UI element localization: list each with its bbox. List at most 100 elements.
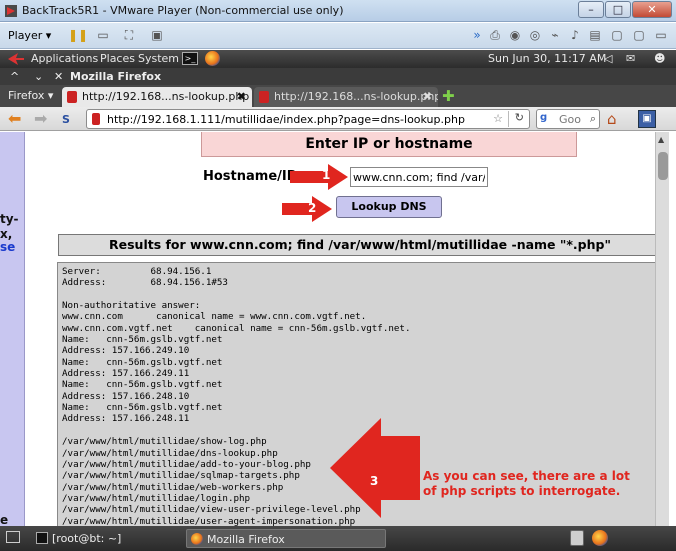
page-content: ty- x, se e Enter IP or hostname Hostnam… <box>0 132 676 526</box>
applications-menu[interactable]: Applications <box>31 52 98 65</box>
display-icon[interactable]: ▢ <box>632 28 646 42</box>
message-icon[interactable]: ▭ <box>654 28 668 42</box>
tab-strip: Firefox ▾ http://192.168...ns-lookup.php… <box>0 85 676 107</box>
result-line: Name: cnn-56m.gslb.vgtf.net <box>62 334 223 346</box>
result-line: Name: cnn-56m.gslb.vgtf.net <box>62 379 223 391</box>
close-button[interactable]: ✕ <box>632 1 672 18</box>
result-line: Address: 157.166.249.10 <box>62 345 190 357</box>
site-identity-icon[interactable]: S <box>62 111 70 129</box>
menu-fragment: x, <box>0 227 13 241</box>
printer-icon[interactable]: ⎙ <box>488 28 502 42</box>
tab-inactive[interactable]: http://192.168...ns-lookup.php ✖ <box>254 87 438 107</box>
annotation-arrow-3 <box>330 418 420 518</box>
page-scrollbar[interactable]: ▲ <box>655 132 669 526</box>
navigation-toolbar: ⬅ ➡ S http://192.168.1.111/mutillidae/in… <box>0 107 676 131</box>
taskbar-terminal[interactable]: [root@bt: ~] <box>32 529 182 548</box>
url-bar[interactable]: http://192.168.1.111/mutillidae/index.ph… <box>86 109 530 129</box>
vmware-toolbar: Player ▾ ❚❚ ▭ ⛶ ▣ » ⎙ ◉ ◎ ⌁ ♪ ▤ ▢ ▢ ▭ <box>0 23 676 49</box>
user-icon[interactable]: ☻ <box>654 52 665 65</box>
chevron-down-icon[interactable]: ⌄ <box>34 70 43 83</box>
new-tab-plus-icon[interactable]: ✚ <box>442 89 456 104</box>
send-ctrl-alt-del-icon[interactable]: ▭ <box>96 28 110 42</box>
devices-arrow-icon[interactable]: » <box>470 28 484 42</box>
unity-icon[interactable]: ▣ <box>150 28 164 42</box>
places-menu[interactable]: Places <box>100 52 135 65</box>
result-line: www.cnn.com.vgtf.net canonical name = cn… <box>62 322 411 334</box>
lookup-dns-button[interactable]: Lookup DNS <box>336 196 442 218</box>
results-heading: Results for www.cnn.com; find /var/www/h… <box>58 234 662 256</box>
result-line: Non-authoritative answer: <box>62 300 201 312</box>
system-menu[interactable]: System <box>138 52 179 65</box>
tab-close-icon[interactable]: ✖ <box>423 90 432 103</box>
maximize-button[interactable]: □ <box>605 1 631 18</box>
result-line: Address: 157.166.249.11 <box>62 368 190 380</box>
page-favicon-icon <box>92 113 100 125</box>
search-placeholder: Goo <box>559 113 581 126</box>
sound-icon[interactable]: ♪ <box>568 28 582 42</box>
tab-close-icon[interactable]: ✖ <box>237 90 246 103</box>
result-line <box>62 289 410 300</box>
terminal-launcher-icon[interactable]: >_ <box>182 52 198 65</box>
reload-icon[interactable]: ↻ <box>515 111 524 124</box>
search-bar[interactable]: g Goo ⌕ <box>536 109 600 129</box>
pause-icon[interactable]: ❚❚ <box>68 28 88 42</box>
url-text: http://192.168.1.111/mutillidae/index.ph… <box>107 113 465 126</box>
usb-icon[interactable]: ⌁ <box>548 28 562 42</box>
trash-icon[interactable] <box>570 530 584 546</box>
backtrack-logo-icon <box>8 53 24 65</box>
firefox-launcher-icon[interactable] <box>205 51 220 66</box>
google-search-icon[interactable]: g <box>540 112 554 126</box>
tray-firefox-icon[interactable] <box>592 530 608 546</box>
minimize-button[interactable]: – <box>578 1 604 18</box>
cd-icon[interactable]: ◎ <box>528 28 542 42</box>
vmware-app-icon <box>5 5 17 17</box>
addon-icon[interactable]: ▣ <box>638 110 656 128</box>
mail-icon[interactable]: ✉ <box>626 52 635 65</box>
back-arrow-icon[interactable]: ⬅ <box>8 110 21 128</box>
forward-arrow-icon[interactable]: ➡ <box>34 110 47 128</box>
tab-active[interactable]: http://192.168...ns-lookup.php ✖ <box>62 87 252 107</box>
vmware-window-title: BackTrack5R1 - VMware Player (Non-commer… <box>22 4 344 17</box>
player-menu[interactable]: Player ▾ <box>8 29 51 42</box>
result-line: www.cnn.com canonical name = www.cnn.com… <box>62 311 367 323</box>
panel-clock[interactable]: Sun Jun 30, 11:17 AM <box>488 52 606 65</box>
annotation-arrow-1 <box>290 164 348 190</box>
firefox-menu-button[interactable]: Firefox ▾ <box>8 89 53 102</box>
hostname-input[interactable] <box>350 167 488 187</box>
mutillidae-favicon-icon <box>259 91 269 103</box>
hdd-icon[interactable]: ▤ <box>588 28 602 42</box>
floppy-icon[interactable]: ▢ <box>610 28 624 42</box>
terminal-icon <box>36 532 48 544</box>
mutillidae-favicon-icon <box>67 91 77 103</box>
network-icon[interactable]: ◉ <box>508 28 522 42</box>
result-line: Name: cnn-56m.gslb.vgtf.net <box>62 356 223 368</box>
firefox-window-title: Mozilla Firefox <box>70 70 162 83</box>
gnome-top-panel: Applications Places System >_ Sun Jun 30… <box>0 50 676 68</box>
scroll-up-icon[interactable]: ▲ <box>658 135 664 144</box>
tab-label: http://192.168...ns-lookup.php <box>82 90 250 103</box>
show-desktop-icon[interactable] <box>6 531 20 543</box>
menu-fragment: e <box>0 513 9 526</box>
annotation-number-3: 3 <box>370 474 379 488</box>
taskbar-firefox[interactable]: Mozilla Firefox <box>186 529 386 548</box>
scrollbar-thumb[interactable] <box>658 152 668 180</box>
hostname-label: Hostname/IP <box>203 169 297 184</box>
tab-label: http://192.168...ns-lookup.php <box>274 90 438 103</box>
result-line: Address: 157.166.248.10 <box>62 390 190 402</box>
result-line: Server: 68.94.156.1 <box>62 266 212 277</box>
firefox-icon <box>191 533 203 545</box>
search-magnifier-icon[interactable]: ⌕ <box>590 112 596 126</box>
bookmark-star-icon[interactable]: ☆ <box>493 112 503 125</box>
home-icon[interactable]: ⌂ <box>607 110 625 128</box>
close-window-icon[interactable]: ✕ <box>54 70 63 83</box>
result-line: Address: 68.94.156.1#53 <box>62 277 228 289</box>
speaker-icon[interactable]: ◁ <box>604 52 612 65</box>
left-menu-strip: ty- x, se e <box>0 132 25 526</box>
fullscreen-icon[interactable]: ⛶ <box>122 28 136 42</box>
menu-link-fragment[interactable]: se <box>0 240 15 254</box>
firefox-task-label: Mozilla Firefox <box>207 533 285 546</box>
enter-ip-heading: Enter IP or hostname <box>201 132 577 157</box>
vmware-titlebar: BackTrack5R1 - VMware Player (Non-commer… <box>0 0 676 22</box>
firefox-titlebar: ^ ⌄ ✕ Mozilla Firefox <box>0 68 676 85</box>
window-menu-icon[interactable]: ^ <box>10 70 19 83</box>
